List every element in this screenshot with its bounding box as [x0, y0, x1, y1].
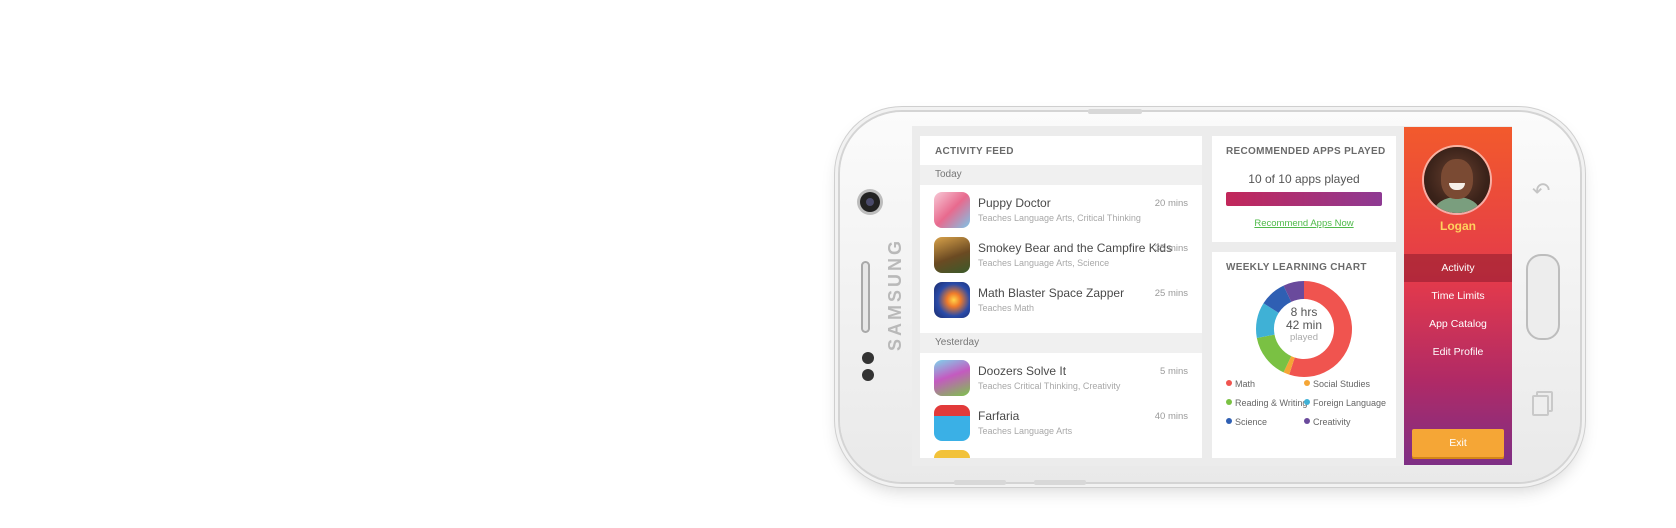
feed-item-name: Farfaria [978, 409, 1020, 423]
total-minutes: 42 min [1285, 318, 1323, 332]
feed-item[interactable]: Smokey Bear and the Campfire Kids Teache… [920, 231, 1202, 276]
played-label: played [1290, 332, 1318, 343]
recent-apps-icon[interactable] [1532, 391, 1553, 416]
proximity-sensor-icon [862, 352, 874, 364]
apps-played-count: 10 of 10 apps played [1248, 172, 1360, 186]
nav-edit-profile[interactable]: Edit Profile [1404, 338, 1512, 366]
feed-item[interactable]: Farfaria Teaches Language Arts 40 mins [920, 399, 1202, 444]
back-icon[interactable]: ↶ [1532, 178, 1552, 204]
feed-item-name: Math Blaster Space Zapper [978, 286, 1125, 300]
weekly-learning-panel: WEEKLY LEARNING CHART 8 hrs 42 min playe… [1212, 252, 1396, 458]
volume-up-button [954, 480, 1006, 485]
feed-item-time: 25 mins [1154, 288, 1188, 299]
feed-item-time: 40 mins [1154, 411, 1188, 422]
smokey-bear-app-icon [934, 237, 970, 273]
feed-item-time: 5 mins [1160, 366, 1188, 377]
volume-down-button [1034, 480, 1086, 485]
light-sensor-icon [862, 369, 874, 381]
legend-item-math: Math [1226, 379, 1255, 389]
feed-item-time: 20 mins [1154, 198, 1188, 209]
apps-played-progress-bar [1226, 192, 1382, 206]
legend-item-foreign-language: Foreign Language [1304, 398, 1386, 408]
legend-item-social-studies: Social Studies [1304, 379, 1370, 389]
legend-item-creativity: Creativity [1304, 417, 1351, 427]
feed-item-time: 35 mins [1154, 243, 1188, 254]
recommended-title: RECOMMENDED APPS PLAYED [1226, 146, 1386, 157]
math-blaster-app-icon [934, 282, 970, 318]
feed-item-teaches: Teaches Critical Thinking, Creativity [978, 381, 1121, 391]
nav-activity[interactable]: Activity [1404, 254, 1512, 282]
profile-sidebar: Logan Activity Time Limits App Catalog E… [1404, 127, 1512, 465]
day-header-yesterday: Yesterday [920, 333, 1202, 353]
avatar-face [1441, 159, 1473, 199]
front-camera-icon [860, 192, 880, 212]
device-brand-logo: SAMSUNG [885, 237, 905, 351]
home-button[interactable] [1526, 254, 1560, 340]
nav-time-limits[interactable]: Time Limits [1404, 282, 1512, 310]
feed-item[interactable]: Math Blaster Space Zapper Teaches Math 2… [920, 276, 1202, 321]
feed-item-teaches: Teaches Language Arts, Critical Thinking [978, 213, 1141, 223]
feed-item-name: Puppy Doctor [978, 196, 1051, 210]
donut-center-label: 8 hrs 42 min played [1268, 306, 1340, 344]
recommended-apps-panel: RECOMMENDED APPS PLAYED 10 of 10 apps pl… [1212, 136, 1396, 242]
feed-item-teaches: Teaches Math [978, 303, 1035, 313]
apps-played-progress-fill [1226, 192, 1382, 206]
activity-feed-panel: ACTIVITY FEED Today Puppy Doctor Teaches… [920, 136, 1202, 458]
puppy-doctor-app-icon [934, 192, 970, 228]
recommend-apps-link[interactable]: Recommend Apps Now [1212, 218, 1396, 229]
avatar[interactable] [1424, 147, 1490, 213]
power-button [1088, 109, 1142, 114]
avatar-shirt [1434, 197, 1480, 213]
nav-app-catalog[interactable]: App Catalog [1404, 310, 1512, 338]
feed-item-name: Smokey Bear and the Campfire Kids [978, 241, 1173, 255]
feed-item[interactable]: Doozers Solve It Teaches Critical Thinki… [920, 354, 1202, 399]
legend-item-science: Science [1226, 417, 1267, 427]
feed-item-teaches: Teaches Language Arts, Science [978, 258, 1110, 268]
day-header-today: Today [920, 165, 1202, 185]
next-app-icon-partial [934, 450, 970, 458]
doozers-app-icon [934, 360, 970, 396]
feed-item-teaches: Teaches Language Arts [978, 426, 1073, 436]
farfaria-app-icon [934, 405, 970, 441]
activity-feed-title: ACTIVITY FEED [935, 146, 1014, 157]
exit-button[interactable]: Exit [1412, 429, 1504, 457]
legend-item-reading-writing: Reading & Writing [1226, 398, 1307, 408]
feed-item[interactable]: Puppy Doctor Teaches Language Arts, Crit… [920, 186, 1202, 231]
earpiece-speaker [861, 261, 870, 333]
feed-item-name: Doozers Solve It [978, 364, 1067, 378]
user-name: Logan [1440, 219, 1476, 233]
weekly-title: WEEKLY LEARNING CHART [1226, 262, 1367, 273]
